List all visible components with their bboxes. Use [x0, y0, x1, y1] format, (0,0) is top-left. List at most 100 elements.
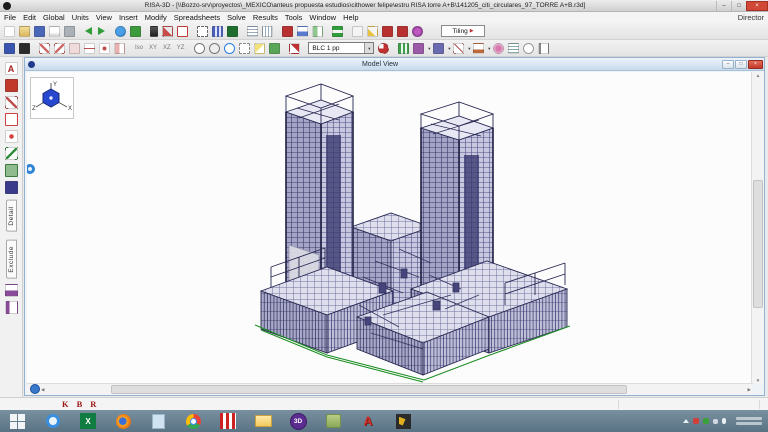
chrome-icon[interactable] — [181, 412, 205, 431]
plot-dropdown-arrow[interactable]: ▼ — [487, 46, 491, 51]
menu-director[interactable]: Director — [738, 13, 764, 22]
vertical-scrollbar[interactable]: ▲ ▼ — [751, 72, 764, 384]
tray-alert-icon[interactable] — [693, 418, 699, 424]
modify-members-icon[interactable] — [69, 42, 80, 54]
vertical-scroll-thumb[interactable] — [753, 180, 763, 308]
menu-window[interactable]: Window — [309, 13, 336, 22]
menu-view[interactable]: View — [96, 13, 112, 22]
select-box-icon[interactable] — [197, 25, 208, 37]
view-iso-button[interactable]: Iso — [133, 44, 145, 52]
view-xy-button[interactable]: XY — [147, 44, 159, 52]
load-book-icon[interactable] — [4, 79, 18, 92]
modes-icon[interactable] — [413, 42, 425, 54]
results-book2-icon[interactable] — [397, 25, 408, 37]
menu-global[interactable]: Global — [43, 13, 65, 22]
refresh-loads-icon[interactable] — [378, 42, 390, 54]
modify-purple-icon[interactable] — [4, 284, 18, 298]
draw-pencil-icon[interactable] — [4, 96, 18, 109]
taskbar-clock[interactable] — [736, 417, 762, 425]
model-view-titlebar[interactable]: Model View – □ × — [25, 58, 764, 71]
menu-help[interactable]: Help — [343, 13, 358, 22]
draw-member-icon[interactable] — [4, 147, 18, 160]
help-swirl-icon[interactable] — [412, 25, 423, 37]
box-outline-icon[interactable] — [177, 25, 188, 37]
load-cases-icon[interactable] — [312, 25, 323, 37]
menu-solve[interactable]: Solve — [227, 13, 246, 22]
annotate-tool-icon[interactable]: A — [4, 62, 18, 75]
basic-load-icon[interactable] — [297, 25, 308, 37]
redo-icon[interactable] — [98, 27, 105, 35]
wall-tool-icon[interactable] — [162, 25, 173, 37]
mv-restore-button[interactable]: □ — [735, 59, 747, 69]
globe-icon[interactable] — [115, 25, 126, 37]
tab-detail[interactable]: Detail — [5, 200, 17, 232]
member-labels-icon[interactable] — [433, 42, 445, 54]
draw-members-icon[interactable] — [39, 42, 50, 54]
menu-units[interactable]: Units — [72, 13, 89, 22]
tray-expand-icon[interactable] — [683, 419, 689, 423]
tab-exclude[interactable]: Exclude — [5, 239, 17, 279]
scroll-down-icon[interactable]: ▼ — [752, 378, 764, 383]
internet-explorer-icon[interactable] — [41, 412, 65, 431]
modes-dropdown-arrow[interactable]: ▼ — [427, 46, 431, 51]
distance-pin-icon[interactable] — [289, 42, 301, 54]
green-app-icon[interactable] — [321, 412, 345, 431]
results-book1-icon[interactable] — [382, 25, 393, 37]
excel-icon[interactable]: X — [76, 412, 100, 431]
risa3d-icon[interactable]: 3D — [286, 412, 310, 431]
view-marker-icon[interactable] — [30, 384, 40, 394]
scroll-left-icon[interactable]: ◀ — [41, 387, 44, 393]
merge-tool-icon[interactable] — [4, 301, 18, 315]
notes-app-icon[interactable] — [146, 412, 170, 431]
diagram-icon[interactable] — [453, 42, 465, 54]
print-icon[interactable] — [64, 25, 75, 37]
solid-view-icon[interactable] — [227, 25, 238, 37]
dimension-icon[interactable] — [84, 42, 95, 54]
minimize-button[interactable]: – — [716, 0, 731, 11]
draw-plate-icon[interactable] — [4, 164, 18, 177]
open-file-icon[interactable] — [19, 25, 30, 37]
media-app-icon[interactable] — [216, 412, 240, 431]
draw-node-icon[interactable] — [4, 130, 18, 143]
redraw-icon[interactable] — [254, 42, 266, 54]
tray-network-icon[interactable] — [713, 418, 718, 424]
draw-box-icon[interactable] — [4, 113, 18, 126]
grid-blue-icon[interactable] — [212, 25, 223, 37]
horizontal-scrollbar[interactable]: ◀ ▶ — [27, 383, 753, 395]
pan-icon[interactable] — [239, 42, 251, 54]
dense-grid-icon[interactable] — [262, 25, 273, 37]
copy-tool-icon[interactable] — [4, 181, 18, 194]
maximize-button[interactable]: □ — [731, 0, 746, 11]
mv-minimize-button[interactable]: – — [722, 59, 734, 69]
animate-icon[interactable] — [523, 42, 535, 54]
snapshot-icon[interactable] — [19, 42, 30, 54]
diagram-dropdown-arrow[interactable]: ▼ — [467, 46, 471, 51]
spin-model-icon[interactable] — [398, 42, 410, 54]
node-tool-icon[interactable] — [99, 42, 110, 54]
system-tray[interactable] — [683, 417, 768, 425]
copy-icon[interactable] — [49, 25, 60, 37]
undo-icon[interactable] — [85, 27, 92, 35]
zoom-in-icon[interactable] — [194, 42, 206, 54]
zoom-window-icon[interactable] — [224, 42, 236, 54]
scroll-up-icon[interactable]: ▲ — [752, 73, 764, 78]
save-view-icon[interactable] — [269, 42, 281, 54]
file-explorer-icon[interactable] — [251, 412, 275, 431]
horizontal-scroll-thumb[interactable] — [111, 385, 627, 394]
edit-sheet-icon[interactable] — [367, 25, 378, 37]
labels-dropdown-arrow[interactable]: ▼ — [447, 46, 451, 51]
menu-modify[interactable]: Modify — [145, 13, 167, 22]
spreadsheet-icon[interactable] — [352, 25, 363, 37]
deflection-icon[interactable] — [493, 42, 505, 54]
mv-close-button[interactable]: × — [748, 59, 763, 69]
menu-tools[interactable]: Tools — [285, 13, 303, 22]
view-yz-button[interactable]: YZ — [175, 44, 187, 52]
window-grid-icon[interactable] — [247, 25, 258, 37]
split-tool-icon[interactable] — [114, 42, 125, 54]
firefox-icon[interactable] — [111, 412, 135, 431]
model-canvas[interactable]: Y X Z — [27, 72, 753, 384]
autocad-icon[interactable]: A — [356, 412, 380, 431]
tray-sync-icon[interactable] — [703, 418, 709, 424]
close-button[interactable]: × — [746, 0, 768, 11]
units-icon[interactable] — [130, 25, 141, 37]
